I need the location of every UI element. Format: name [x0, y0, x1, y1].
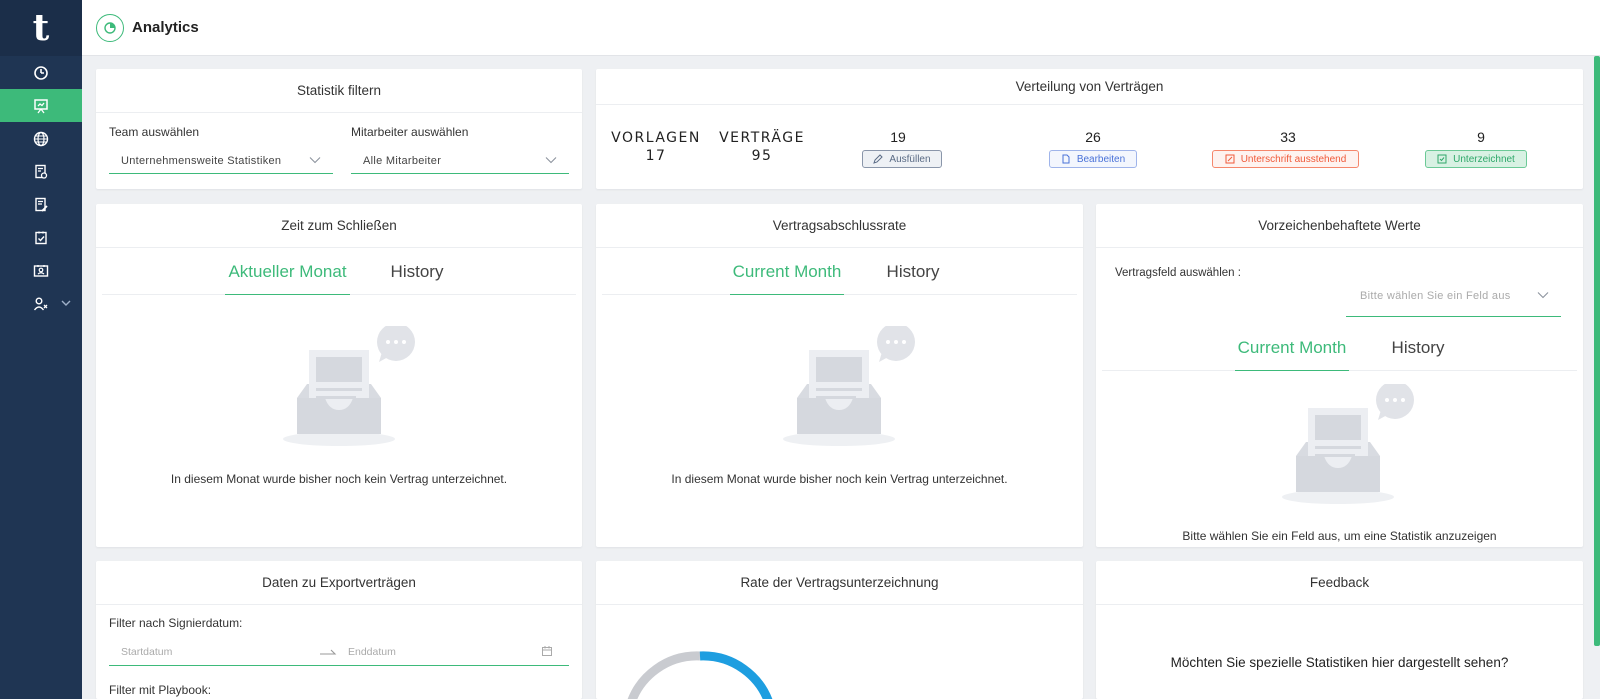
team-select[interactable]: Unternehmensweite Statistiken [109, 148, 333, 174]
tab-history[interactable]: History [878, 249, 948, 295]
status-count: 26 [1085, 129, 1101, 145]
tab-current-month[interactable]: Current Month [1235, 325, 1349, 371]
dashboard-icon [34, 65, 48, 80]
signed-values-title: Vorzeichenbehaftete Werte [1096, 204, 1583, 248]
employee-select[interactable]: Alle Mitarbeiter [351, 148, 569, 174]
chevron-down-icon [545, 157, 557, 164]
tab-current-month[interactable]: Current Month [730, 249, 844, 295]
page-title: Analytics [132, 19, 199, 36]
end-date-input[interactable]: Enddatum [348, 646, 396, 658]
feedback-title: Feedback [1096, 561, 1583, 605]
field-select[interactable]: Bitte wählen Sie ein Feld aus [1346, 275, 1561, 317]
signed-values-card: Vorzeichenbehaftete Werte Vertragsfeld a… [1096, 204, 1583, 547]
completion-rate-tabs: Current Month History [602, 249, 1077, 295]
templates-stat[interactable]: VORLAGEN 17 [608, 129, 704, 165]
presentation-icon [34, 98, 48, 113]
signed-document-icon [1437, 154, 1447, 164]
arrow-right-icon [320, 649, 337, 655]
nav-globe[interactable] [0, 122, 82, 155]
close-time-title: Zeit zum Schließen [96, 204, 582, 248]
signing-rate-title: Rate der Vertragsunterzeichnung [596, 561, 1083, 605]
tab-current-month[interactable]: Aktueller Monat [225, 249, 350, 295]
status-label: Ausfüllen [889, 153, 931, 165]
sidebar: t [0, 0, 82, 699]
filter-card-title: Statistik filtern [96, 69, 582, 113]
status-count: 9 [1477, 129, 1485, 145]
nav-documents-edit[interactable] [0, 188, 82, 221]
templates-count: 17 [645, 148, 667, 164]
empty-state-text: In diesem Monat wurde bisher noch kein V… [671, 472, 1008, 486]
templates-label: VORLAGEN [611, 130, 701, 146]
playbook-filter-label: Filter mit Playbook: [109, 683, 212, 697]
tab-history[interactable]: History [382, 249, 452, 295]
export-card: Daten zu Exportverträgen Filter nach Sig… [96, 561, 582, 699]
scrollbar[interactable] [1594, 56, 1600, 646]
completion-rate-card: Vertragsabschlussrate Current Month Hist… [596, 204, 1083, 547]
employee-label: Mitarbeiter auswählen [351, 125, 469, 139]
date-filter-label: Filter nach Signierdatum: [109, 616, 243, 630]
contracts-label: VERTRÄGE [719, 130, 805, 146]
nav-users[interactable] [0, 287, 82, 320]
users-icon [33, 297, 48, 310]
analytics-icon [96, 13, 124, 42]
document-edit-icon [35, 197, 48, 212]
logo[interactable]: t [0, 0, 82, 56]
status-count: 33 [1280, 129, 1296, 145]
export-title: Daten zu Exportverträgen [96, 561, 582, 605]
field-select-placeholder: Bitte wählen Sie ein Feld aus [1360, 289, 1511, 302]
status-badge-edit[interactable]: Bearbeiten [1049, 150, 1137, 168]
chevron-down-icon[interactable] [60, 297, 72, 309]
nav-documents-check[interactable] [0, 221, 82, 254]
empty-inbox-illustration [1282, 384, 1414, 504]
document-icon [1062, 154, 1070, 164]
globe-icon [33, 131, 49, 146]
empty-inbox-illustration [783, 326, 915, 446]
status-badge-signed[interactable]: Unterzeichnet [1425, 150, 1527, 168]
status-badge-pending[interactable]: Unterschrift ausstehend [1212, 150, 1359, 168]
id-card-icon [33, 264, 49, 277]
chevron-down-icon [309, 157, 321, 164]
nav-documents-settings[interactable] [0, 155, 82, 188]
top-header: Analytics [82, 0, 1600, 56]
donut-arc [699, 651, 773, 699]
completion-rate-title: Vertragsabschlussrate [596, 204, 1083, 248]
tab-history[interactable]: History [1383, 325, 1453, 371]
nav-id-card[interactable] [0, 254, 82, 287]
status-label: Bearbeiten [1076, 153, 1126, 165]
feedback-card: Feedback Möchten Sie spezielle Statistik… [1096, 561, 1583, 699]
signature-icon [1225, 154, 1235, 164]
date-range-picker[interactable]: Startdatum Enddatum [109, 638, 569, 666]
close-time-tabs: Aktueller Monat History [102, 249, 576, 295]
document-check-icon [35, 231, 47, 244]
pencil-icon [873, 154, 884, 164]
signing-rate-card: Rate der Vertragsunterzeichnung [596, 561, 1083, 699]
donut-chart [627, 651, 773, 699]
empty-state-text: In diesem Monat wurde bisher noch kein V… [170, 472, 508, 486]
status-label: Unterschrift ausstehend [1240, 153, 1347, 165]
distribution-title: Verteilung von Verträgen [596, 69, 1583, 105]
close-time-card: Zeit zum Schließen Aktueller Monat Histo… [96, 204, 582, 547]
nav-analytics[interactable] [0, 89, 82, 122]
status-count: 19 [890, 129, 906, 145]
filter-card: Statistik filtern Team auswählen Unterne… [96, 69, 582, 189]
calendar-icon[interactable] [541, 645, 553, 657]
nav-dashboard[interactable] [0, 56, 82, 89]
empty-state-text: Bitte wählen Sie ein Feld aus, um eine S… [1182, 529, 1497, 543]
status-label: Unterzeichnet [1453, 153, 1515, 165]
team-select-value: Unternehmensweite Statistiken [121, 154, 282, 167]
signed-values-tabs: Current Month History [1102, 325, 1577, 371]
feedback-question: Möchten Sie spezielle Statistiken hier d… [1170, 655, 1509, 670]
empty-inbox-illustration [283, 326, 415, 446]
employee-select-value: Alle Mitarbeiter [363, 154, 442, 167]
chevron-down-icon [1537, 292, 1549, 299]
donut-track [627, 651, 701, 699]
field-label: Vertragsfeld auswählen : [1115, 267, 1241, 279]
status-badge-fill[interactable]: Ausfüllen [862, 150, 942, 168]
distribution-card: Verteilung von Verträgen VORLAGEN 17 VER… [596, 69, 1583, 189]
document-settings-icon [35, 164, 48, 179]
start-date-input[interactable]: Startdatum [121, 646, 172, 658]
team-label: Team auswählen [109, 125, 200, 139]
contracts-stat[interactable]: VERTRÄGE 95 [714, 129, 810, 165]
contracts-count: 95 [751, 148, 773, 164]
